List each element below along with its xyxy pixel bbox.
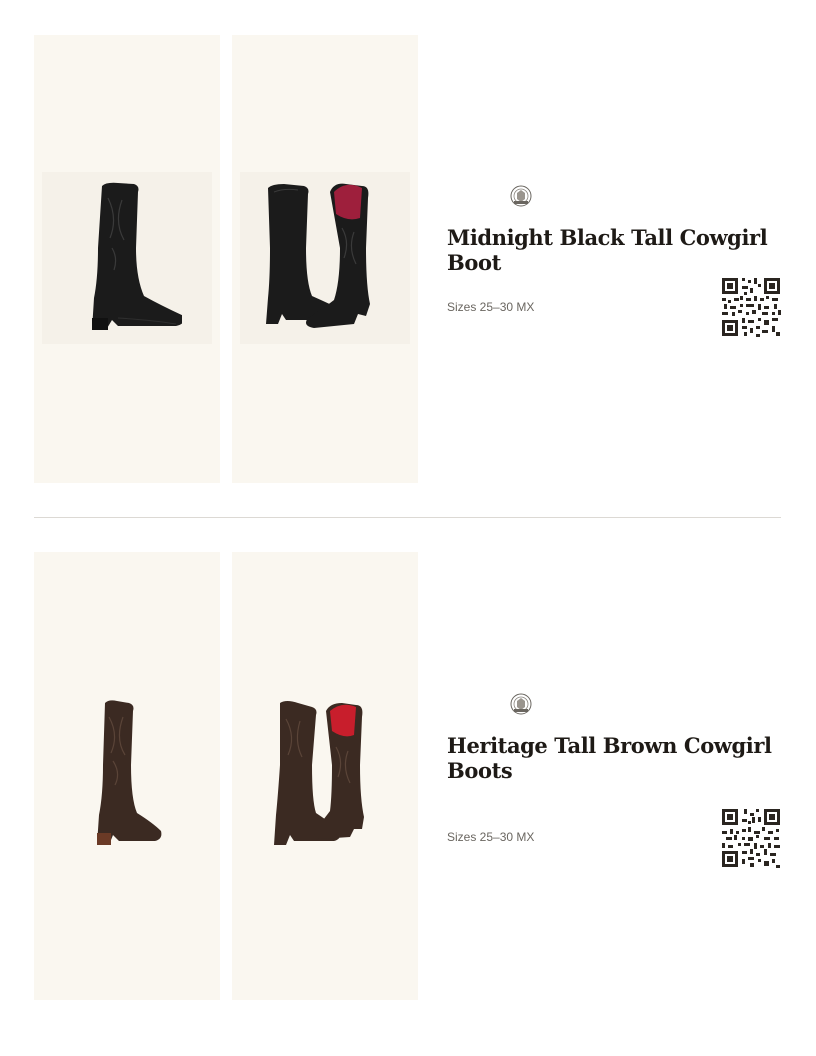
boot-pair-image <box>266 183 370 328</box>
product-info: Midnight Black Tall Cowgirl Boot Sizes 2… <box>447 35 782 483</box>
product-image-front <box>34 35 220 483</box>
qr-code-icon[interactable] <box>720 807 782 869</box>
product-card: Heritage Tall Brown Cowgirl Boots Sizes … <box>0 552 816 1000</box>
product-image-pair <box>232 35 418 483</box>
brand-crest-icon <box>510 693 532 715</box>
boot-pair-image <box>274 701 364 845</box>
product-image-front <box>34 552 220 1000</box>
boot-image <box>97 700 162 845</box>
product-card: Midnight Black Tall Cowgirl Boot Sizes 2… <box>0 35 816 483</box>
product-title: Midnight Black Tall Cowgirl Boot <box>447 225 768 275</box>
product-image-pair <box>232 552 418 1000</box>
product-sizes: Sizes 25–30 MX <box>447 300 535 314</box>
boot-image <box>92 182 182 330</box>
section-divider <box>34 517 781 518</box>
product-sizes: Sizes 25–30 MX <box>447 830 535 844</box>
product-title: Heritage Tall Brown Cowgirl Boots <box>447 733 772 783</box>
brand-crest-icon <box>510 185 532 207</box>
product-info: Heritage Tall Brown Cowgirl Boots Sizes … <box>447 552 782 1000</box>
qr-code-icon[interactable] <box>720 276 782 338</box>
